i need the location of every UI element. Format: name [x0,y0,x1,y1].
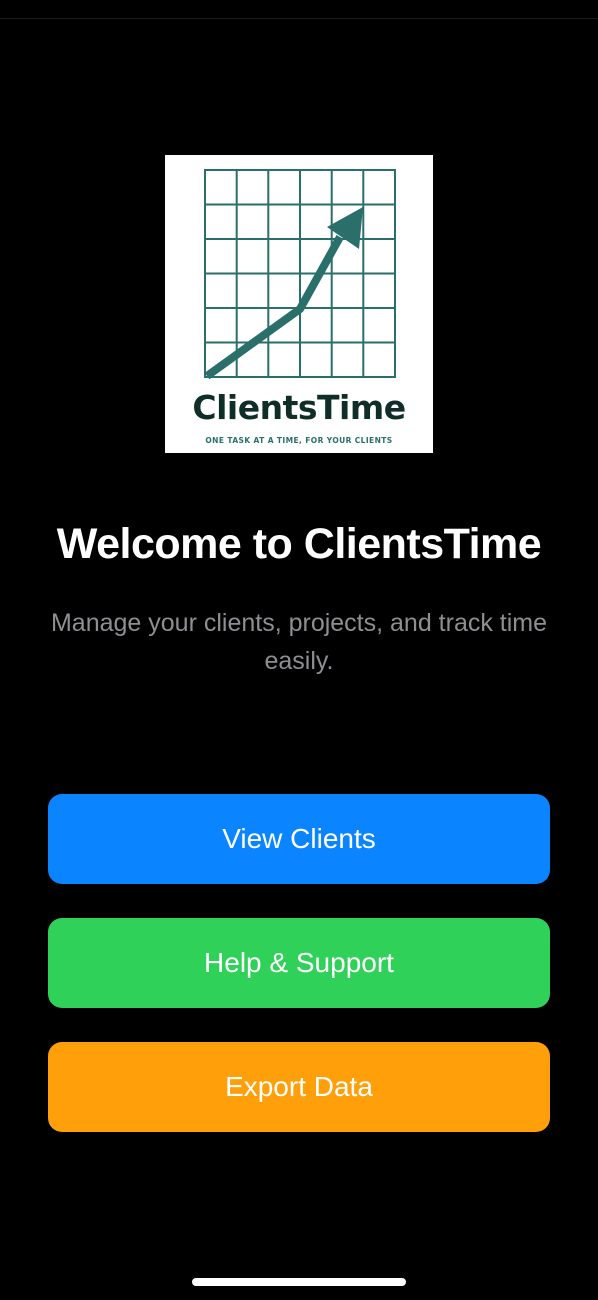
page-subtitle: Manage your clients, projects, and track… [50,609,548,675]
export-data-label: Export Data [225,1071,373,1102]
logo-tagline: ONE TASK AT A TIME, FOR YOUR CLIENTS [205,436,393,445]
help-support-button[interactable]: Help & Support [48,918,550,1008]
help-support-label: Help & Support [204,947,394,978]
view-clients-button[interactable]: View Clients [48,794,550,884]
status-bar-divider [0,18,598,19]
app-logo: ClientsTime ONE TASK AT A TIME, FOR YOUR… [165,155,433,453]
view-clients-label: View Clients [222,823,376,854]
page-title: Welcome to ClientsTime [56,520,542,568]
export-data-button[interactable]: Export Data [48,1042,550,1132]
home-indicator[interactable] [192,1278,406,1286]
logo-wordmark: ClientsTime [192,388,406,427]
